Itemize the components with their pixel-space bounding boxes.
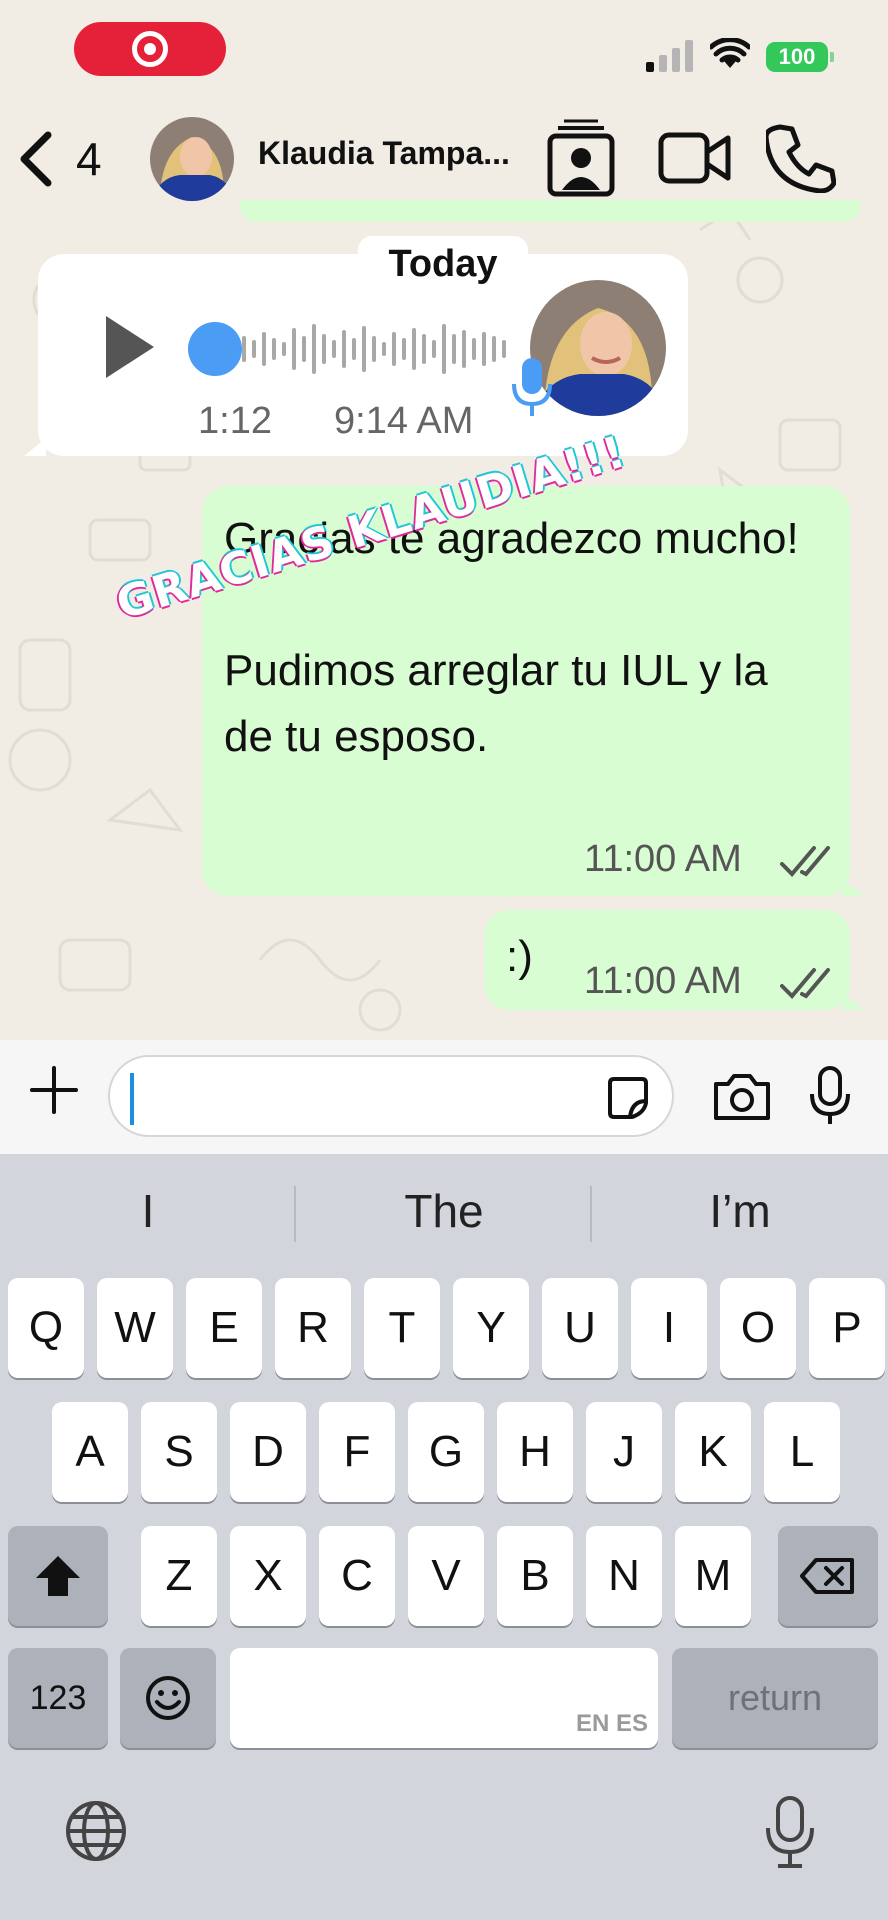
microphone-icon[interactable] — [808, 1066, 852, 1126]
voice-call-button[interactable] — [756, 113, 846, 203]
previous-message-edge — [240, 200, 860, 222]
key-w[interactable]: W — [97, 1278, 173, 1378]
key-s[interactable]: S — [141, 1402, 217, 1502]
emoji-key[interactable] — [120, 1648, 216, 1748]
audio-waveform — [242, 324, 506, 374]
key-r[interactable]: R — [275, 1278, 351, 1378]
key-g[interactable]: G — [408, 1402, 484, 1502]
keyboard-language: EN ES — [575, 1710, 648, 1737]
video-camera-icon — [658, 132, 731, 184]
key-b[interactable]: B — [497, 1526, 573, 1626]
key-f[interactable]: F — [319, 1402, 395, 1502]
key-y[interactable]: Y — [453, 1278, 529, 1378]
voice-timestamp: 9:14 AM — [334, 400, 474, 442]
return-key[interactable]: return — [672, 1648, 878, 1748]
contact-avatar[interactable] — [150, 117, 234, 201]
double-check-icon — [780, 846, 830, 877]
outgoing-message[interactable]: :) 11:00 AM — [484, 910, 864, 1010]
key-t[interactable]: T — [364, 1278, 440, 1378]
contact-name[interactable]: Klaudia Tampa... — [258, 135, 538, 172]
back-button[interactable]: 4 — [14, 119, 114, 199]
message-timestamp: 11:00 AM — [584, 960, 742, 1002]
voice-duration: 1:12 — [198, 400, 272, 442]
key-d[interactable]: D — [230, 1402, 306, 1502]
avatar-photo — [150, 117, 234, 201]
chevron-left-icon — [20, 131, 52, 187]
emoji-icon — [146, 1676, 190, 1720]
contact-card-icon — [547, 119, 615, 197]
battery-indicator: 100 — [766, 42, 834, 72]
key-a[interactable]: A — [52, 1402, 128, 1502]
key-m[interactable]: M — [675, 1526, 751, 1626]
message-input[interactable] — [108, 1055, 674, 1137]
shift-key[interactable] — [8, 1526, 108, 1626]
key-i[interactable]: I — [631, 1278, 707, 1378]
chat-header: 4 Klaudia Tampa... — [0, 105, 888, 215]
space-key[interactable]: EN ES — [230, 1648, 658, 1748]
shift-arrow-icon — [36, 1556, 80, 1596]
globe-icon[interactable] — [64, 1799, 128, 1863]
plus-icon[interactable] — [28, 1064, 80, 1116]
key-j[interactable]: J — [586, 1402, 662, 1502]
status-bar: 100 — [0, 0, 888, 105]
suggestion[interactable]: I — [0, 1184, 296, 1238]
key-e[interactable]: E — [186, 1278, 262, 1378]
message-timestamp: 11:00 AM — [584, 838, 742, 880]
key-h[interactable]: H — [497, 1402, 573, 1502]
wifi-icon — [710, 38, 750, 68]
key-v[interactable]: V — [408, 1526, 484, 1626]
delete-key[interactable] — [778, 1526, 878, 1626]
numbers-key[interactable]: 123 — [8, 1648, 108, 1748]
suggestion[interactable]: The — [296, 1184, 592, 1238]
key-c[interactable]: C — [319, 1526, 395, 1626]
signal-icon — [646, 40, 693, 72]
double-check-icon — [780, 968, 830, 999]
key-n[interactable]: N — [586, 1526, 662, 1626]
key-x[interactable]: X — [230, 1526, 306, 1626]
predictive-bar: I The I’m — [0, 1154, 888, 1274]
key-z[interactable]: Z — [141, 1526, 217, 1626]
backspace-icon — [800, 1558, 854, 1594]
screen-record-indicator[interactable] — [74, 22, 226, 76]
contact-card-button[interactable] — [536, 113, 626, 203]
sticker-icon[interactable] — [602, 1073, 654, 1125]
dictation-microphone-icon[interactable] — [762, 1794, 818, 1870]
key-l[interactable]: L — [764, 1402, 840, 1502]
key-k[interactable]: K — [675, 1402, 751, 1502]
key-o[interactable]: O — [720, 1278, 796, 1378]
playback-scrubber[interactable] — [188, 322, 242, 376]
key-q[interactable]: Q — [8, 1278, 84, 1378]
video-call-button[interactable] — [650, 113, 740, 203]
date-separator: Today — [358, 236, 528, 292]
suggestion[interactable]: I’m — [592, 1184, 888, 1238]
phone-icon — [766, 124, 836, 193]
camera-icon[interactable] — [712, 1070, 772, 1122]
microphone-icon — [512, 358, 552, 416]
key-p[interactable]: P — [809, 1278, 885, 1378]
message-text: :) — [506, 932, 533, 981]
play-icon[interactable] — [102, 312, 158, 382]
text-cursor — [130, 1073, 134, 1125]
unread-count: 4 — [76, 133, 102, 185]
message-composer — [0, 1040, 888, 1154]
ios-keyboard: I The I’m Q W E R T Y U I O P A S D F G … — [0, 1154, 888, 1920]
key-u[interactable]: U — [542, 1278, 618, 1378]
